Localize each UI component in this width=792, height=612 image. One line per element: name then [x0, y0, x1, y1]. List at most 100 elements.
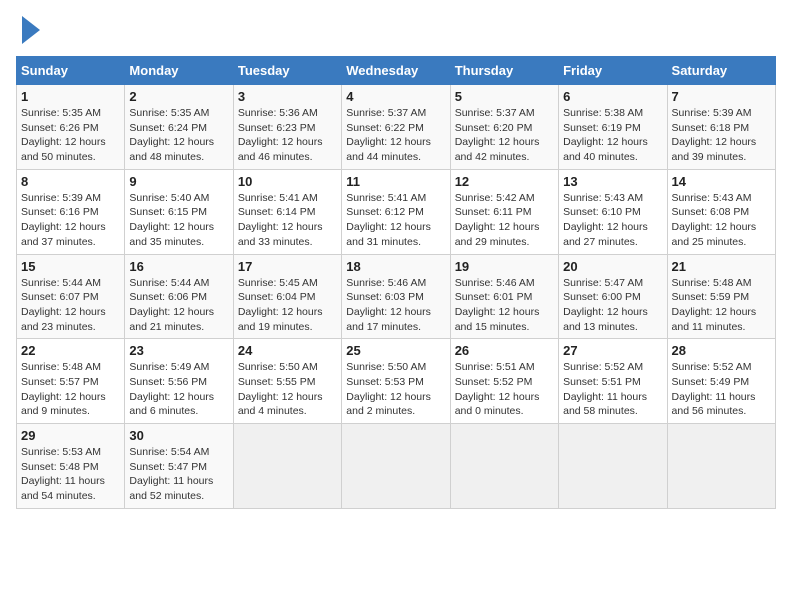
day-info: Sunrise: 5:46 AM Sunset: 6:03 PM Dayligh… [346, 276, 445, 335]
table-row [450, 424, 558, 509]
day-info: Sunrise: 5:52 AM Sunset: 5:51 PM Dayligh… [563, 360, 662, 419]
day-number: 25 [346, 343, 445, 358]
table-row: 24 Sunrise: 5:50 AM Sunset: 5:55 PM Dayli… [233, 339, 341, 424]
day-number: 2 [129, 89, 228, 104]
day-number: 1 [21, 89, 120, 104]
table-row: 18Sunrise: 5:46 AM Sunset: 6:03 PM Dayli… [342, 254, 450, 339]
table-row: 25 Sunrise: 5:50 AM Sunset: 5:53 PM Dayli… [342, 339, 450, 424]
table-row [342, 424, 450, 509]
day-info: Sunrise: 5:50 AM Sunset: 5:55 PM Dayligh… [238, 360, 337, 419]
table-row: 10 Sunrise: 5:41 AM Sunset: 6:14 PM Dayli… [233, 169, 341, 254]
table-row: 19Sunrise: 5:46 AM Sunset: 6:01 PM Dayli… [450, 254, 558, 339]
day-info: Sunrise: 5:50 AM Sunset: 5:53 PM Dayligh… [346, 360, 445, 419]
table-row: 1 Sunrise: 5:35 AM Sunset: 6:26 PM Daylig… [17, 85, 125, 170]
day-number: 13 [563, 174, 662, 189]
table-row: 15Sunrise: 5:44 AM Sunset: 6:07 PM Dayli… [17, 254, 125, 339]
day-number: 29 [21, 428, 120, 443]
day-number: 30 [129, 428, 228, 443]
day-number: 15 [21, 259, 120, 274]
day-info: Sunrise: 5:45 AM Sunset: 6:04 PM Dayligh… [238, 276, 337, 335]
day-info: Sunrise: 5:37 AM Sunset: 6:20 PM Dayligh… [455, 106, 554, 165]
day-info: Sunrise: 5:35 AM Sunset: 6:24 PM Dayligh… [129, 106, 228, 165]
day-number: 17 [238, 259, 337, 274]
day-number: 4 [346, 89, 445, 104]
day-info: Sunrise: 5:35 AM Sunset: 6:26 PM Dayligh… [21, 106, 120, 165]
day-info: Sunrise: 5:54 AM Sunset: 5:47 PM Dayligh… [129, 445, 228, 504]
day-info: Sunrise: 5:41 AM Sunset: 6:14 PM Dayligh… [238, 191, 337, 250]
day-info: Sunrise: 5:42 AM Sunset: 6:11 PM Dayligh… [455, 191, 554, 250]
day-number: 27 [563, 343, 662, 358]
table-row: 28 Sunrise: 5:52 AM Sunset: 5:49 PM Dayli… [667, 339, 775, 424]
day-number: 10 [238, 174, 337, 189]
calendar-week-row: 8Sunrise: 5:39 AM Sunset: 6:16 PM Daylig… [17, 169, 776, 254]
calendar-week-row: 29Sunrise: 5:53 AM Sunset: 5:48 PM Dayli… [17, 424, 776, 509]
day-info: Sunrise: 5:46 AM Sunset: 6:01 PM Dayligh… [455, 276, 554, 335]
logo-arrow-icon [22, 16, 40, 44]
day-info: Sunrise: 5:49 AM Sunset: 5:56 PM Dayligh… [129, 360, 228, 419]
day-number: 21 [672, 259, 771, 274]
table-row: 5 Sunrise: 5:37 AM Sunset: 6:20 PM Daylig… [450, 85, 558, 170]
table-row: 6 Sunrise: 5:38 AM Sunset: 6:19 PM Daylig… [559, 85, 667, 170]
table-row: 17 Sunrise: 5:45 AM Sunset: 6:04 PM Dayli… [233, 254, 341, 339]
day-info: Sunrise: 5:40 AM Sunset: 6:15 PM Dayligh… [129, 191, 228, 250]
table-row: 20 Sunrise: 5:47 AM Sunset: 6:00 PM Dayli… [559, 254, 667, 339]
day-number: 23 [129, 343, 228, 358]
calendar-table: SundayMondayTuesdayWednesdayThursdayFrid… [16, 56, 776, 509]
table-row: 27 Sunrise: 5:52 AM Sunset: 5:51 PM Dayli… [559, 339, 667, 424]
calendar-header-row: SundayMondayTuesdayWednesdayThursdayFrid… [17, 57, 776, 85]
table-row: 2 Sunrise: 5:35 AM Sunset: 6:24 PM Daylig… [125, 85, 233, 170]
day-number: 3 [238, 89, 337, 104]
day-number: 26 [455, 343, 554, 358]
day-number: 28 [672, 343, 771, 358]
day-info: Sunrise: 5:36 AM Sunset: 6:23 PM Dayligh… [238, 106, 337, 165]
page-header [16, 16, 776, 44]
weekday-header-tuesday: Tuesday [233, 57, 341, 85]
day-number: 8 [21, 174, 120, 189]
day-info: Sunrise: 5:37 AM Sunset: 6:22 PM Dayligh… [346, 106, 445, 165]
table-row: 14Sunrise: 5:43 AM Sunset: 6:08 PM Dayli… [667, 169, 775, 254]
day-number: 16 [129, 259, 228, 274]
table-row: 13 Sunrise: 5:43 AM Sunset: 6:10 PM Dayli… [559, 169, 667, 254]
table-row [233, 424, 341, 509]
table-row: 11 Sunrise: 5:41 AM Sunset: 6:12 PM Dayli… [342, 169, 450, 254]
table-row: 21 Sunrise: 5:48 AM Sunset: 5:59 PM Dayli… [667, 254, 775, 339]
day-info: Sunrise: 5:51 AM Sunset: 5:52 PM Dayligh… [455, 360, 554, 419]
table-row: 3 Sunrise: 5:36 AM Sunset: 6:23 PM Daylig… [233, 85, 341, 170]
day-number: 9 [129, 174, 228, 189]
table-row: 22Sunrise: 5:48 AM Sunset: 5:57 PM Dayli… [17, 339, 125, 424]
day-number: 5 [455, 89, 554, 104]
calendar-week-row: 22Sunrise: 5:48 AM Sunset: 5:57 PM Dayli… [17, 339, 776, 424]
table-row: 9 Sunrise: 5:40 AM Sunset: 6:15 PM Daylig… [125, 169, 233, 254]
weekday-header-saturday: Saturday [667, 57, 775, 85]
day-info: Sunrise: 5:47 AM Sunset: 6:00 PM Dayligh… [563, 276, 662, 335]
weekday-header-wednesday: Wednesday [342, 57, 450, 85]
day-info: Sunrise: 5:41 AM Sunset: 6:12 PM Dayligh… [346, 191, 445, 250]
day-number: 7 [672, 89, 771, 104]
table-row: 30 Sunrise: 5:54 AM Sunset: 5:47 PM Dayli… [125, 424, 233, 509]
day-info: Sunrise: 5:52 AM Sunset: 5:49 PM Dayligh… [672, 360, 771, 419]
day-info: Sunrise: 5:38 AM Sunset: 6:19 PM Dayligh… [563, 106, 662, 165]
table-row: 12 Sunrise: 5:42 AM Sunset: 6:11 PM Dayli… [450, 169, 558, 254]
weekday-header-friday: Friday [559, 57, 667, 85]
weekday-header-sunday: Sunday [17, 57, 125, 85]
table-row [667, 424, 775, 509]
day-info: Sunrise: 5:44 AM Sunset: 6:06 PM Dayligh… [129, 276, 228, 335]
day-number: 12 [455, 174, 554, 189]
table-row [559, 424, 667, 509]
day-number: 6 [563, 89, 662, 104]
day-number: 24 [238, 343, 337, 358]
day-info: Sunrise: 5:43 AM Sunset: 6:10 PM Dayligh… [563, 191, 662, 250]
day-info: Sunrise: 5:48 AM Sunset: 5:57 PM Dayligh… [21, 360, 120, 419]
table-row: 23 Sunrise: 5:49 AM Sunset: 5:56 PM Dayli… [125, 339, 233, 424]
table-row: 8Sunrise: 5:39 AM Sunset: 6:16 PM Daylig… [17, 169, 125, 254]
day-number: 11 [346, 174, 445, 189]
logo [16, 16, 40, 44]
day-number: 14 [672, 174, 771, 189]
weekday-header-monday: Monday [125, 57, 233, 85]
day-info: Sunrise: 5:48 AM Sunset: 5:59 PM Dayligh… [672, 276, 771, 335]
table-row: 26 Sunrise: 5:51 AM Sunset: 5:52 PM Dayli… [450, 339, 558, 424]
table-row: 4 Sunrise: 5:37 AM Sunset: 6:22 PM Daylig… [342, 85, 450, 170]
table-row: 29Sunrise: 5:53 AM Sunset: 5:48 PM Dayli… [17, 424, 125, 509]
calendar-week-row: 15Sunrise: 5:44 AM Sunset: 6:07 PM Dayli… [17, 254, 776, 339]
day-number: 20 [563, 259, 662, 274]
